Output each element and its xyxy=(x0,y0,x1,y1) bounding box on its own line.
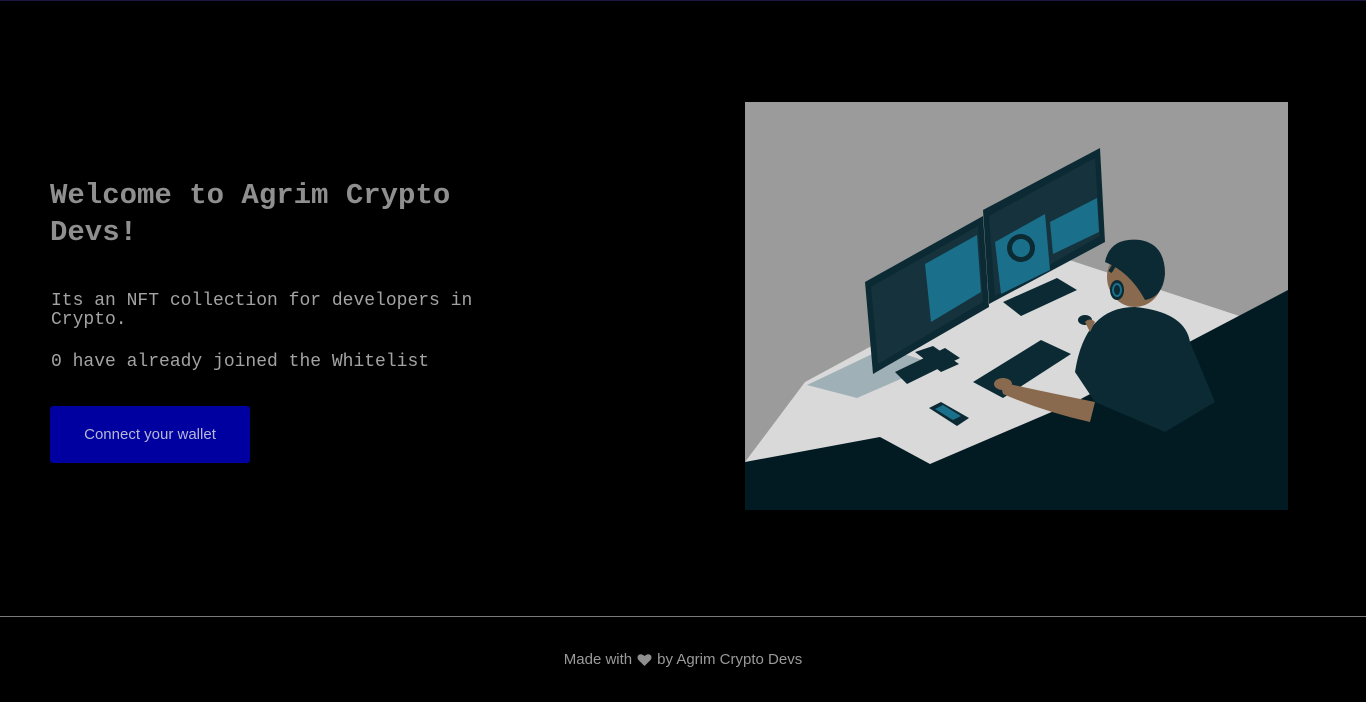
hero: Welcome to Agrim Crypto Devs! Its an NFT… xyxy=(50,177,520,463)
developer-at-monitors-illustration xyxy=(745,148,1288,510)
footer-text: Made with by Agrim Crypto Devs xyxy=(564,651,802,668)
connect-wallet-button[interactable]: Connect your wallet xyxy=(50,406,250,463)
footer-made-with: Made with xyxy=(563,651,633,668)
main-section: Welcome to Agrim Crypto Devs! Its an NFT… xyxy=(0,1,1366,617)
whitelist-count-text: 0 have already joined the Whitelist xyxy=(51,352,430,372)
footer: Made with by Agrim Crypto Devs xyxy=(0,616,1366,702)
page-title: Welcome to Agrim Crypto Devs! xyxy=(50,179,451,249)
developer-illustration xyxy=(745,102,1288,510)
heart-icon xyxy=(637,653,652,667)
description: Its an NFT collection for developers in … xyxy=(51,291,473,330)
footer-by-text: by Agrim Crypto Devs xyxy=(657,651,803,668)
